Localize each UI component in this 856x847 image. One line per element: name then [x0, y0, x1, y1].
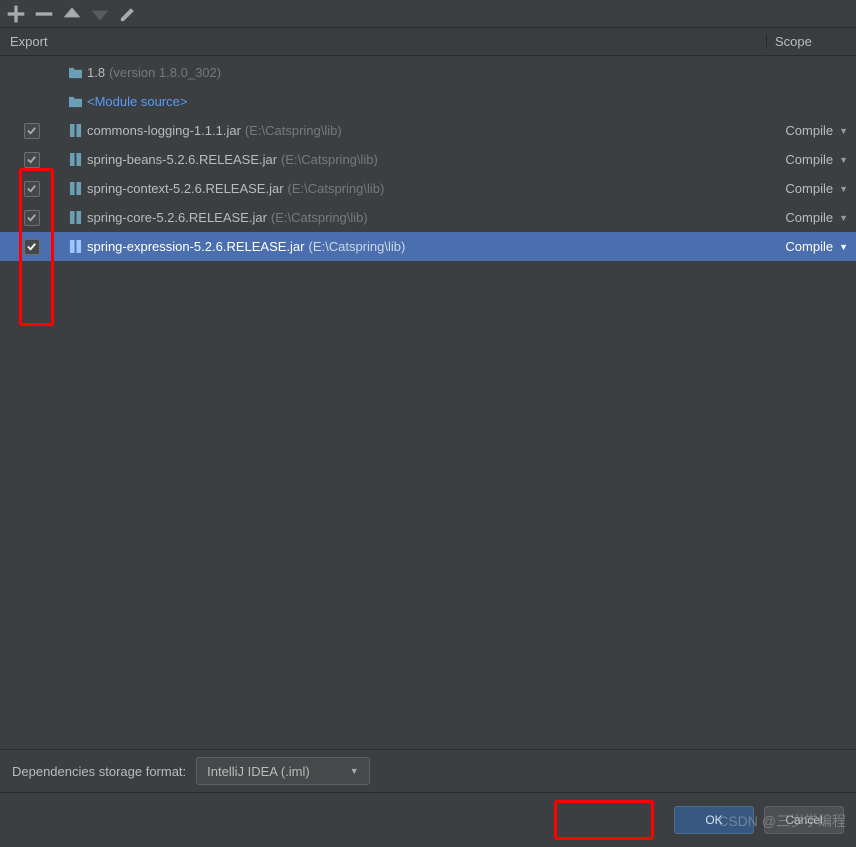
dependency-path: (E:\Catspring\lib) — [281, 152, 378, 167]
chevron-down-icon: ▼ — [350, 766, 359, 776]
dependency-path: (E:\Catspring\lib) — [271, 210, 368, 225]
storage-format-value: IntelliJ IDEA (.iml) — [207, 764, 310, 779]
dependency-name: commons-logging-1.1.1.jar — [87, 123, 241, 138]
scope-value: Compile — [785, 123, 833, 138]
ok-button[interactable]: OK — [674, 806, 754, 834]
storage-format-bar: Dependencies storage format: IntelliJ ID… — [0, 749, 856, 793]
export-checkbox[interactable] — [24, 239, 40, 255]
dialog-buttons: OK Cancel — [0, 793, 856, 847]
jar-icon — [63, 123, 87, 138]
dependency-path: (E:\Catspring\lib) — [309, 239, 406, 254]
dependency-name: spring-expression-5.2.6.RELEASE.jar — [87, 239, 305, 254]
module-source-row[interactable]: <Module source> — [0, 87, 856, 116]
dependency-row[interactable]: spring-core-5.2.6.RELEASE.jar (E:\Catspr… — [0, 203, 856, 232]
scope-dropdown[interactable]: Compile ▼ — [766, 123, 856, 138]
dependency-path: (E:\Catspring\lib) — [245, 123, 342, 138]
jar-icon — [63, 152, 87, 167]
scope-value: Compile — [785, 181, 833, 196]
remove-button[interactable] — [34, 4, 54, 24]
export-checkbox[interactable] — [24, 123, 40, 139]
jdk-version: (version 1.8.0_302) — [109, 65, 221, 80]
jdk-folder-icon — [63, 66, 87, 79]
chevron-down-icon: ▼ — [839, 184, 848, 194]
move-down-button[interactable] — [90, 4, 110, 24]
edit-button[interactable] — [118, 4, 138, 24]
cancel-button[interactable]: Cancel — [764, 806, 844, 834]
jar-icon — [63, 239, 87, 254]
scope-dropdown[interactable]: Compile ▼ — [766, 239, 856, 254]
table-header: Export Scope — [0, 28, 856, 56]
column-header-export[interactable]: Export — [0, 34, 63, 49]
column-header-scope[interactable]: Scope — [766, 34, 856, 49]
jdk-name: 1.8 — [87, 65, 105, 80]
move-up-button[interactable] — [62, 4, 82, 24]
scope-value: Compile — [785, 239, 833, 254]
chevron-down-icon: ▼ — [839, 155, 848, 165]
dependency-row[interactable]: spring-context-5.2.6.RELEASE.jar (E:\Cat… — [0, 174, 856, 203]
storage-format-label: Dependencies storage format: — [12, 764, 186, 779]
module-source-label: <Module source> — [87, 94, 187, 109]
export-checkbox[interactable] — [24, 210, 40, 226]
dependency-path: (E:\Catspring\lib) — [288, 181, 385, 196]
export-checkbox[interactable] — [24, 181, 40, 197]
scope-value: Compile — [785, 210, 833, 225]
dependency-name: spring-beans-5.2.6.RELEASE.jar — [87, 152, 277, 167]
add-button[interactable] — [6, 4, 26, 24]
dependency-tree: 1.8 (version 1.8.0_302) <Module source> … — [0, 56, 856, 261]
dependency-row[interactable]: spring-expression-5.2.6.RELEASE.jar (E:\… — [0, 232, 856, 261]
module-folder-icon — [63, 95, 87, 108]
jdk-row[interactable]: 1.8 (version 1.8.0_302) — [0, 58, 856, 87]
scope-value: Compile — [785, 152, 833, 167]
storage-format-select[interactable]: IntelliJ IDEA (.iml) ▼ — [196, 757, 370, 785]
dependency-name: spring-core-5.2.6.RELEASE.jar — [87, 210, 267, 225]
chevron-down-icon: ▼ — [839, 213, 848, 223]
jar-icon — [63, 181, 87, 196]
dependency-name: spring-context-5.2.6.RELEASE.jar — [87, 181, 284, 196]
dependency-row[interactable]: commons-logging-1.1.1.jar (E:\Catspring\… — [0, 116, 856, 145]
chevron-down-icon: ▼ — [839, 242, 848, 252]
dependency-row[interactable]: spring-beans-5.2.6.RELEASE.jar (E:\Catsp… — [0, 145, 856, 174]
toolbar — [0, 0, 856, 28]
export-checkbox[interactable] — [24, 152, 40, 168]
scope-dropdown[interactable]: Compile ▼ — [766, 152, 856, 167]
scope-dropdown[interactable]: Compile ▼ — [766, 181, 856, 196]
scope-dropdown[interactable]: Compile ▼ — [766, 210, 856, 225]
jar-icon — [63, 210, 87, 225]
chevron-down-icon: ▼ — [839, 126, 848, 136]
